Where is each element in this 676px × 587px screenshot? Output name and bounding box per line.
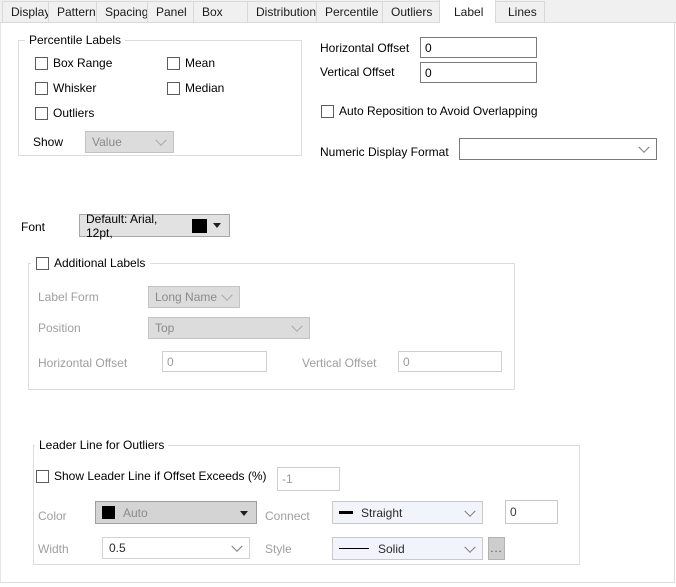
mean-checkbox-row[interactable]: Mean: [167, 56, 215, 70]
show-label: Show: [33, 135, 64, 149]
show-leader-line-label: Show Leader Line if Offset Exceeds (%): [54, 469, 267, 483]
color-dropdown-value: Auto: [123, 505, 148, 520]
color-swatch: [102, 506, 115, 519]
leader-line-threshold-input[interactable]: [277, 467, 340, 491]
dropdown-arrow-icon: [240, 510, 248, 516]
whisker-label: Whisker: [53, 81, 97, 95]
box-chart-label-dialog: Display Pattern Spacing Panel Box Distri…: [0, 0, 676, 587]
outliers-checkbox[interactable]: [35, 106, 48, 120]
show-dropdown-value: Value: [92, 135, 122, 149]
numeric-display-format-dropdown[interactable]: [459, 138, 657, 160]
tab-panel[interactable]: Panel: [147, 1, 194, 22]
connect-label: Connect: [265, 509, 310, 523]
median-checkbox[interactable]: [167, 81, 180, 95]
width-label: Width: [38, 542, 69, 556]
tab-box[interactable]: Box: [193, 1, 248, 22]
position-dropdown[interactable]: Top: [148, 317, 310, 339]
chevron-down-icon: [464, 505, 476, 517]
font-label: Font: [21, 220, 46, 234]
tab-percentile[interactable]: Percentile: [316, 1, 383, 22]
tab-bar: Display Pattern Spacing Panel Box Distri…: [0, 0, 676, 23]
connect-dropdown-value: Straight: [361, 505, 403, 520]
vertical-offset-input[interactable]: [420, 62, 537, 83]
mean-checkbox[interactable]: [167, 56, 180, 70]
label-form-dropdown[interactable]: Long Name: [148, 286, 240, 308]
width-dropdown-value: 0.5: [109, 541, 126, 555]
additional-labels-checkbox[interactable]: [36, 256, 49, 270]
tab-distribution[interactable]: Distribution: [247, 1, 317, 22]
numeric-display-format-label: Numeric Display Format: [320, 145, 449, 159]
font-color-swatch: [192, 218, 207, 233]
chevron-down-icon: [231, 540, 243, 552]
tab-pattern[interactable]: Pattern: [48, 1, 97, 22]
chevron-down-icon: [291, 320, 303, 332]
leader-line-title: Leader Line for Outliers: [35, 438, 169, 452]
box-range-checkbox[interactable]: [35, 56, 48, 70]
outliers-label: Outliers: [53, 106, 95, 120]
width-dropdown[interactable]: 0.5: [102, 537, 250, 559]
additional-labels-title: Additional Labels: [54, 256, 146, 270]
position-value: Top: [155, 321, 175, 335]
additional-vertical-offset-label: Vertical Offset: [302, 356, 377, 370]
box-range-checkbox-row[interactable]: Box Range: [35, 56, 112, 70]
ellipsis-icon: ...: [490, 542, 503, 555]
straight-line-icon: [339, 511, 353, 514]
additional-labels-checkbox-row[interactable]: Additional Labels: [31, 256, 151, 270]
connect-dropdown[interactable]: Straight: [332, 501, 483, 524]
chevron-down-icon: [221, 289, 233, 301]
outliers-checkbox-row[interactable]: Outliers: [35, 106, 94, 120]
label-form-label: Label Form: [38, 290, 99, 304]
style-label: Style: [265, 542, 292, 556]
additional-horizontal-offset-input[interactable]: [162, 351, 267, 372]
color-dropdown[interactable]: Auto: [95, 501, 257, 524]
solid-line-icon: [339, 548, 369, 549]
position-label: Position: [38, 321, 81, 335]
label-form-value: Long Name: [155, 290, 218, 304]
chevron-down-icon: [638, 141, 650, 153]
auto-reposition-checkbox[interactable]: [321, 104, 334, 118]
tab-spacing[interactable]: Spacing: [96, 1, 148, 22]
tab-lines[interactable]: Lines: [495, 1, 545, 22]
mean-label: Mean: [185, 56, 216, 70]
horizontal-offset-label: Horizontal Offset: [320, 41, 410, 55]
tab-outliers[interactable]: Outliers: [382, 1, 440, 22]
show-leader-line-checkbox-row[interactable]: Show Leader Line if Offset Exceeds (%): [36, 469, 267, 483]
vertical-offset-label: Vertical Offset: [320, 65, 395, 79]
box-range-label: Box Range: [53, 56, 113, 70]
connect-offset-input[interactable]: [505, 500, 558, 524]
style-dropdown-value: Solid: [378, 541, 405, 556]
dropdown-arrow-icon: [213, 223, 221, 228]
percentile-labels-title: Percentile Labels: [25, 33, 126, 47]
color-label: Color: [38, 509, 67, 523]
additional-vertical-offset-input[interactable]: [398, 351, 502, 372]
chevron-down-icon: [464, 541, 476, 553]
whisker-checkbox[interactable]: [35, 81, 48, 95]
style-dropdown[interactable]: Solid: [332, 537, 483, 560]
font-dropdown[interactable]: Default: Arial, 12pt,: [79, 211, 230, 240]
whisker-checkbox-row[interactable]: Whisker: [35, 81, 96, 95]
font-dropdown-value: Default: Arial, 12pt,: [86, 211, 158, 240]
median-checkbox-row[interactable]: Median: [167, 81, 224, 95]
auto-reposition-label: Auto Reposition to Avoid Overlapping: [339, 104, 538, 118]
show-leader-line-checkbox[interactable]: [36, 469, 49, 483]
show-dropdown[interactable]: Value: [85, 131, 174, 153]
tab-label[interactable]: Label: [439, 0, 496, 23]
horizontal-offset-input[interactable]: [420, 37, 537, 58]
median-label: Median: [185, 81, 225, 95]
tab-display[interactable]: Display: [2, 1, 50, 22]
auto-reposition-checkbox-row[interactable]: Auto Reposition to Avoid Overlapping: [321, 104, 538, 118]
style-more-button[interactable]: ...: [488, 537, 505, 560]
additional-horizontal-offset-label: Horizontal Offset: [38, 356, 128, 370]
chevron-down-icon: [155, 134, 167, 146]
